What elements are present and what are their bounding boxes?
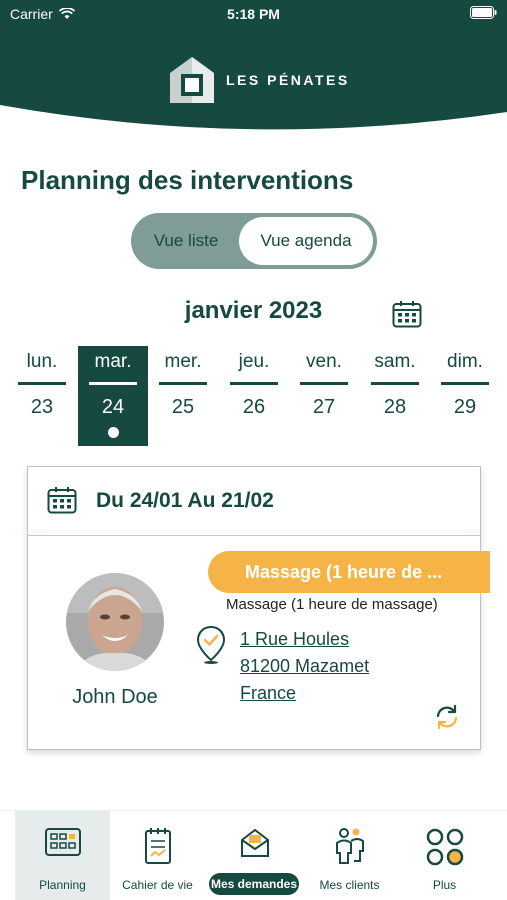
day-number: 27 [312, 396, 336, 418]
page-title: Planning des interventions [21, 165, 354, 195]
day-number: 29 [453, 396, 477, 418]
day-cell[interactable]: lun. 23 [7, 346, 77, 446]
tab-mes-demandes[interactable]: Mes demandes [207, 811, 302, 900]
status-time: 5:18 PM [227, 6, 280, 22]
tab-label: Mes demandes [209, 873, 299, 895]
day-cell[interactable]: jeu. 26 [219, 346, 289, 446]
day-underline [159, 382, 207, 385]
bottom-tab-bar: Planning Cahier de vie Mes demandes Mes … [0, 810, 507, 900]
refresh-icon[interactable] [433, 703, 461, 731]
brand-logo: LES PÉNATES [168, 55, 350, 105]
tab-label: Cahier de vie [122, 878, 193, 892]
day-underline [230, 382, 278, 385]
envelope-icon [207, 827, 302, 859]
event-dot [108, 427, 119, 438]
day-name: lun. [26, 351, 58, 372]
week-strip: lun. 23 mar. 24 mer. 25 jeu. 26 ven. 27 … [0, 346, 507, 446]
intervention-period: Du 24/01 Au 21/02 [96, 489, 274, 512]
address-line-city[interactable]: 81200 Mazamet [240, 656, 369, 677]
calendar-grid-icon [15, 827, 110, 859]
day-underline [18, 382, 66, 385]
day-underline [300, 382, 348, 385]
location-pin-icon [196, 625, 226, 664]
tab-mes-clients[interactable]: Mes clients [302, 811, 397, 900]
day-number: 26 [242, 396, 266, 418]
client-photo [66, 573, 164, 671]
day-cell[interactable]: mer. 25 [148, 346, 218, 446]
brand-name: LES PÉNATES [226, 72, 350, 88]
client-avatar [66, 573, 164, 671]
day-cell[interactable]: dim. 29 [430, 346, 500, 446]
day-cell-selected[interactable]: mar. 24 [78, 346, 148, 446]
tab-planning[interactable]: Planning [15, 811, 110, 900]
more-circles-icon [397, 827, 492, 867]
tab-label: Plus [432, 878, 457, 892]
day-name: sam. [374, 351, 416, 372]
people-icon [302, 827, 397, 865]
card-divider [28, 535, 480, 536]
agenda-view-button[interactable]: Vue agenda [239, 217, 373, 265]
tab-plus[interactable]: Plus [397, 811, 492, 900]
day-number: 23 [30, 396, 54, 418]
day-cell[interactable]: sam. 28 [360, 346, 430, 446]
service-badge: Massage (1 heure de ... [208, 551, 490, 593]
day-name: mer. [164, 351, 202, 372]
list-view-button[interactable]: Vue liste [131, 213, 241, 269]
calendar-icon [47, 487, 77, 514]
notebook-icon [110, 827, 205, 865]
day-number: 28 [383, 396, 407, 418]
day-number: 24 [101, 396, 125, 418]
tab-cahier-de-vie[interactable]: Cahier de vie [110, 811, 205, 900]
day-name: mar. [94, 351, 132, 372]
tab-label: Planning [39, 878, 86, 892]
battery-icon [470, 6, 497, 19]
service-description: Massage (1 heure de massage) [226, 596, 438, 613]
calendar-picker-icon[interactable] [392, 300, 422, 328]
day-name: ven. [306, 351, 342, 372]
client-name: John Doe [72, 686, 158, 708]
day-cell[interactable]: ven. 27 [289, 346, 359, 446]
address-line-street[interactable]: 1 Rue Houles [240, 629, 349, 650]
tab-label: Mes clients [319, 878, 380, 892]
house-logo-icon [170, 57, 214, 103]
day-underline [371, 382, 419, 385]
day-name: jeu. [238, 351, 270, 372]
day-number: 25 [171, 396, 195, 418]
day-name: dim. [447, 351, 483, 372]
app-header: Carrier 5:18 PM LES PÉNATES [0, 0, 507, 140]
day-underline [89, 382, 137, 385]
address-line-country[interactable]: France [240, 683, 296, 704]
view-toggle: Vue liste Vue agenda [131, 213, 377, 269]
intervention-card[interactable]: Du 24/01 Au 21/02 Massage (1 heure de ..… [27, 466, 490, 750]
day-underline [441, 382, 489, 385]
status-bar: Carrier 5:18 PM [0, 0, 507, 28]
month-label: janvier 2023 [184, 297, 323, 324]
